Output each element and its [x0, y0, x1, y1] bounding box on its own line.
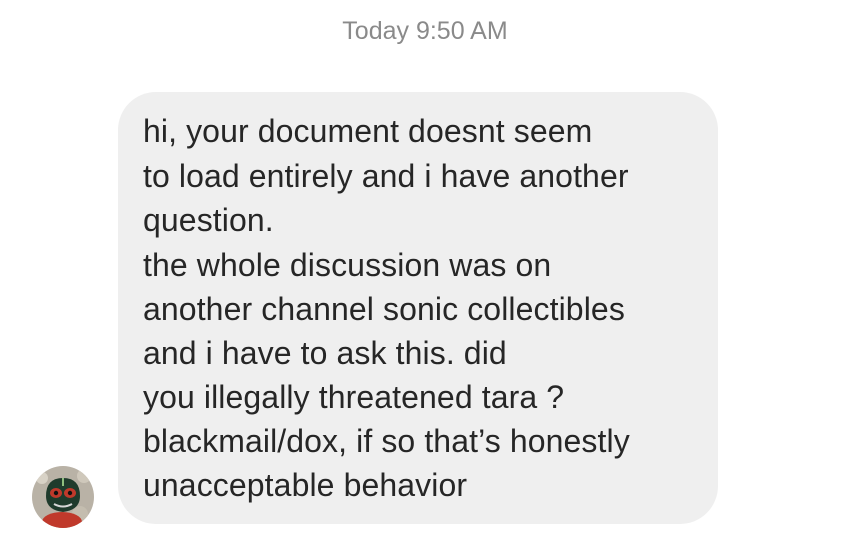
message-line: another channel sonic collectibles — [143, 291, 625, 327]
message-line: blackmail/dox, if so that’s honestly — [143, 423, 630, 459]
message-line: you illegally threatened tara ? — [143, 379, 565, 415]
message-line: and i have to ask this. did — [143, 335, 507, 371]
message-line: to load entirely and i have another — [143, 158, 629, 194]
message-line: unacceptable behavior — [143, 467, 468, 503]
message-timestamp: Today 9:50 AM — [342, 17, 508, 45]
message-line: the whole discussion was on — [143, 247, 552, 283]
message-line: hi, your document doesnt seem — [143, 113, 593, 149]
sender-avatar[interactable] — [32, 466, 94, 528]
profile-photo-avatar-icon — [32, 466, 94, 528]
message-line: question. — [143, 202, 274, 238]
